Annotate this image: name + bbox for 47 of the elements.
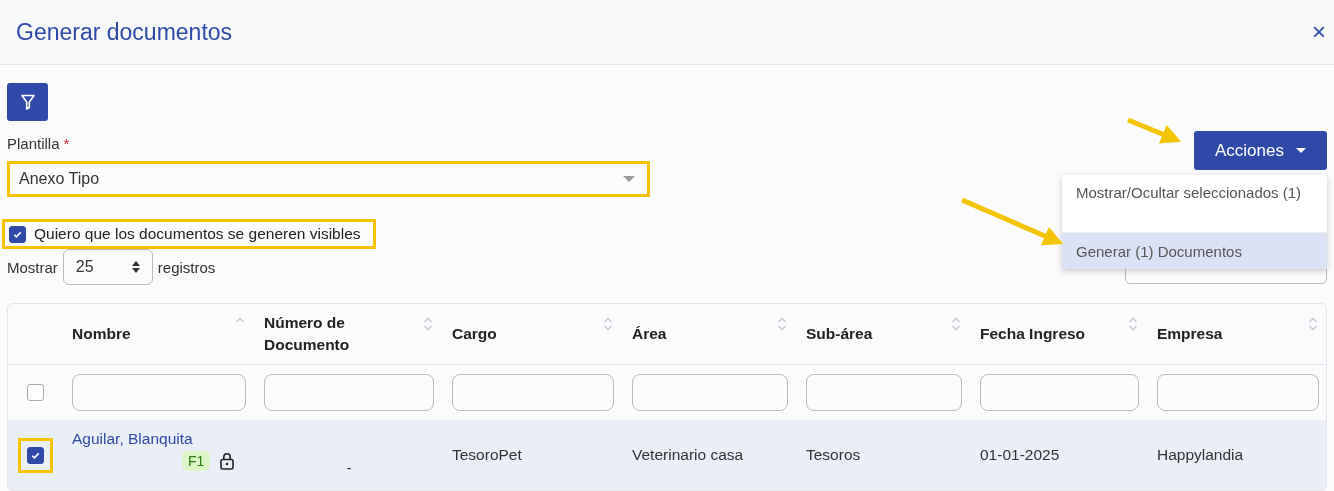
filter-button[interactable] — [7, 83, 48, 121]
menu-item[interactable]: Generar (1) Documentos — [1062, 233, 1327, 269]
employee-link[interactable]: Aguilar, Blanquita — [72, 430, 193, 448]
column-filter-field[interactable] — [452, 374, 614, 411]
column-header[interactable]: Área — [632, 323, 667, 345]
column-header[interactable]: Nombre — [72, 323, 131, 345]
table-cell: Veterinario casa — [632, 446, 744, 464]
filter-icon — [20, 94, 35, 110]
column-filter-field[interactable] — [806, 374, 962, 411]
table-cell: - — [346, 459, 352, 477]
column-filter-field[interactable] — [1157, 374, 1319, 411]
spinner-icon — [131, 261, 140, 273]
sort-icon[interactable] — [1308, 316, 1318, 332]
sort-icon[interactable] — [1128, 316, 1138, 332]
column-filter-field[interactable] — [980, 374, 1139, 411]
column-header[interactable]: Empresa — [1157, 323, 1223, 345]
table-cell: TesoroPet — [452, 446, 522, 464]
table-cell: Happylandia — [1157, 446, 1244, 464]
column-filter-field[interactable] — [72, 374, 246, 411]
show-label: Mostrar — [7, 258, 58, 276]
table-row[interactable]: Aguilar, Blanquita F1 - TesoroPet Veterinario casa Tesoros 01-01-2025 Happylandia — [8, 420, 1326, 490]
sort-icon[interactable] — [603, 316, 613, 332]
column-header[interactable]: Cargo — [452, 323, 497, 345]
template-select[interactable]: Anexo Tipo — [7, 161, 650, 197]
column-header[interactable]: Fecha Ingreso — [980, 323, 1086, 345]
table-cell: 01-01-2025 — [980, 446, 1060, 464]
field-label: Plantilla — [7, 135, 60, 152]
checkbox[interactable] — [27, 446, 44, 464]
table-cell: Tesoros — [806, 446, 861, 464]
required-mark: * — [63, 135, 70, 152]
sort-icon[interactable] — [777, 316, 787, 332]
column-filter-field[interactable] — [632, 374, 788, 411]
sort-icon[interactable] — [951, 316, 961, 332]
sort-icon[interactable] — [423, 316, 433, 332]
column-header[interactable]: Sub-área — [806, 323, 873, 345]
close-button[interactable]: × — [1308, 18, 1330, 46]
column-filter-field[interactable] — [264, 374, 434, 411]
page-size-select[interactable]: 25 — [62, 249, 153, 285]
dialog-title: Generar documentos — [16, 18, 233, 46]
arrow — [1127, 117, 1182, 144]
records-label: registros — [157, 258, 216, 276]
tag-badge: F1 — [182, 451, 211, 471]
checkbox[interactable] — [9, 225, 26, 243]
column-header[interactable]: Número de Documento — [264, 312, 404, 356]
checkbox[interactable] — [27, 384, 44, 401]
actions-button[interactable]: Acciones — [1194, 131, 1327, 170]
checkbox-label: Quiero que los documentos se generen visibles — [34, 225, 361, 243]
